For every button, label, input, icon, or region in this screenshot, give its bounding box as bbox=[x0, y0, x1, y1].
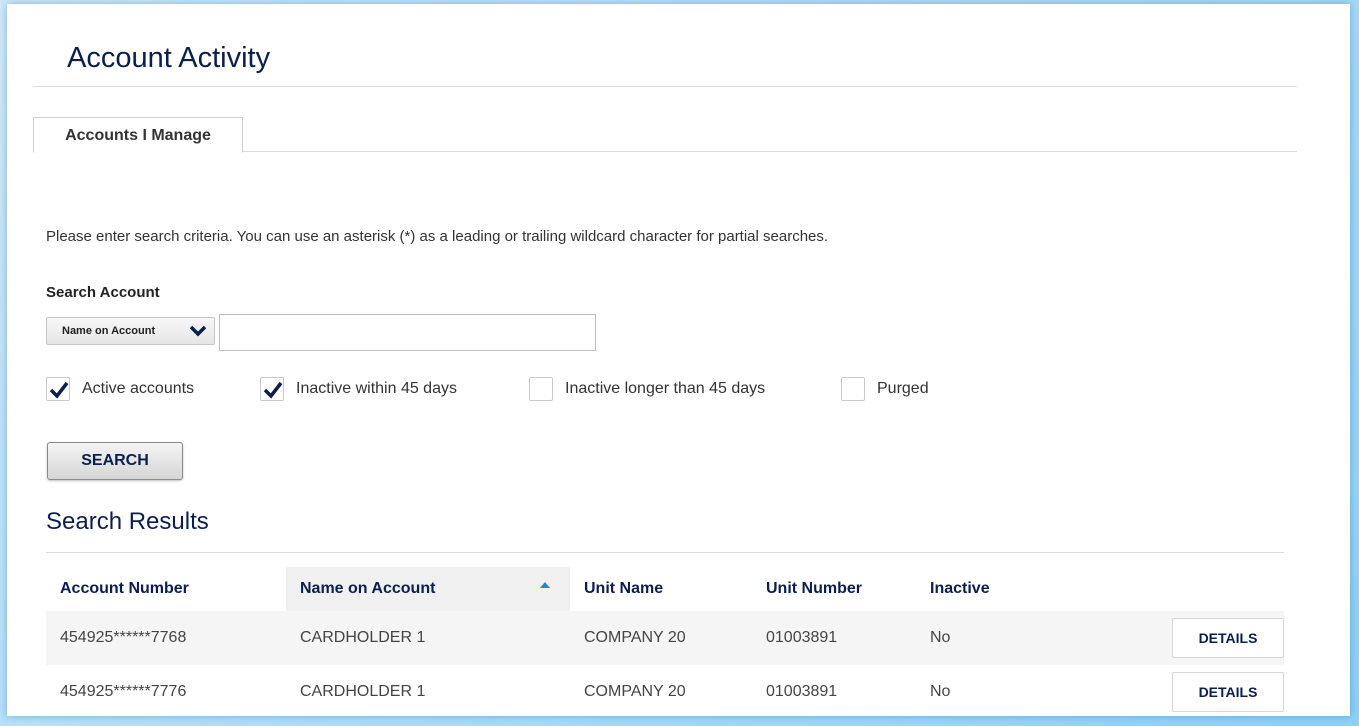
cell-inactive: No bbox=[916, 665, 1066, 716]
cell-action: DETAILS bbox=[1066, 611, 1284, 665]
results-title: Search Results bbox=[46, 508, 209, 535]
results-table: Account Number Name on Account Unit Name… bbox=[46, 567, 1284, 716]
checkbox-purged[interactable] bbox=[841, 377, 865, 401]
table-row: 454925******7776 CARDHOLDER 1 COMPANY 20… bbox=[46, 665, 1284, 716]
filter-label: Inactive longer than 45 days bbox=[565, 380, 766, 397]
checkmark-icon bbox=[49, 381, 69, 399]
checkbox-inactive-longer-45[interactable] bbox=[529, 377, 553, 401]
cell-account-number: 454925******7776 bbox=[46, 665, 286, 716]
title-divider bbox=[33, 86, 1297, 87]
cell-unit-name: COMPANY 20 bbox=[570, 611, 752, 665]
search-field-select[interactable]: Name on Account bbox=[46, 317, 215, 345]
main-panel: Account Activity Accounts I Manage Pleas… bbox=[7, 4, 1350, 716]
cell-unit-number: 01003891 bbox=[752, 611, 916, 665]
details-button[interactable]: DETAILS bbox=[1172, 618, 1284, 658]
cell-action: DETAILS bbox=[1066, 665, 1284, 716]
search-instructions: Please enter search criteria. You can us… bbox=[46, 228, 829, 245]
column-header-label: Name on Account bbox=[300, 580, 436, 597]
column-header-name-on-account[interactable]: Name on Account bbox=[286, 567, 570, 611]
results-header-row: Account Number Name on Account Unit Name… bbox=[46, 567, 1284, 611]
tab-bar-divider bbox=[243, 151, 1297, 152]
tab-accounts-i-manage[interactable]: Accounts I Manage bbox=[33, 117, 243, 153]
filter-inactive-longer-45[interactable]: Inactive longer than 45 days bbox=[529, 376, 765, 402]
column-header-actions bbox=[1066, 567, 1284, 611]
search-button[interactable]: SEARCH bbox=[47, 442, 183, 480]
checkbox-active-accounts[interactable] bbox=[46, 377, 70, 401]
filter-label: Inactive within 45 days bbox=[296, 380, 457, 397]
column-header-unit-name[interactable]: Unit Name bbox=[570, 567, 752, 611]
search-field-select-value: Name on Account bbox=[62, 325, 156, 337]
filter-inactive-within-45[interactable]: Inactive within 45 days bbox=[260, 376, 457, 402]
search-account-label: Search Account bbox=[46, 284, 160, 301]
filter-purged[interactable]: Purged bbox=[841, 376, 929, 402]
cell-inactive: No bbox=[916, 611, 1066, 665]
sort-ascending-icon bbox=[540, 582, 550, 588]
filter-active-accounts[interactable]: Active accounts bbox=[46, 376, 194, 402]
chevron-down-icon bbox=[190, 325, 206, 337]
filter-label: Purged bbox=[877, 380, 929, 397]
table-row: 454925******7768 CARDHOLDER 1 COMPANY 20… bbox=[46, 611, 1284, 665]
details-button[interactable]: DETAILS bbox=[1172, 672, 1284, 712]
cell-name-on-account: CARDHOLDER 1 bbox=[286, 665, 570, 716]
cell-unit-number: 01003891 bbox=[752, 665, 916, 716]
page-title: Account Activity bbox=[67, 42, 271, 74]
column-header-unit-number[interactable]: Unit Number bbox=[752, 567, 916, 611]
column-header-inactive[interactable]: Inactive bbox=[916, 567, 1066, 611]
search-input[interactable] bbox=[219, 314, 596, 351]
cell-name-on-account: CARDHOLDER 1 bbox=[286, 611, 570, 665]
results-divider bbox=[46, 552, 1284, 553]
column-header-account-number[interactable]: Account Number bbox=[46, 567, 286, 611]
cell-unit-name: COMPANY 20 bbox=[570, 665, 752, 716]
checkmark-icon bbox=[263, 381, 283, 399]
filter-label: Active accounts bbox=[82, 380, 195, 397]
cell-account-number: 454925******7768 bbox=[46, 611, 286, 665]
checkbox-inactive-within-45[interactable] bbox=[260, 377, 284, 401]
